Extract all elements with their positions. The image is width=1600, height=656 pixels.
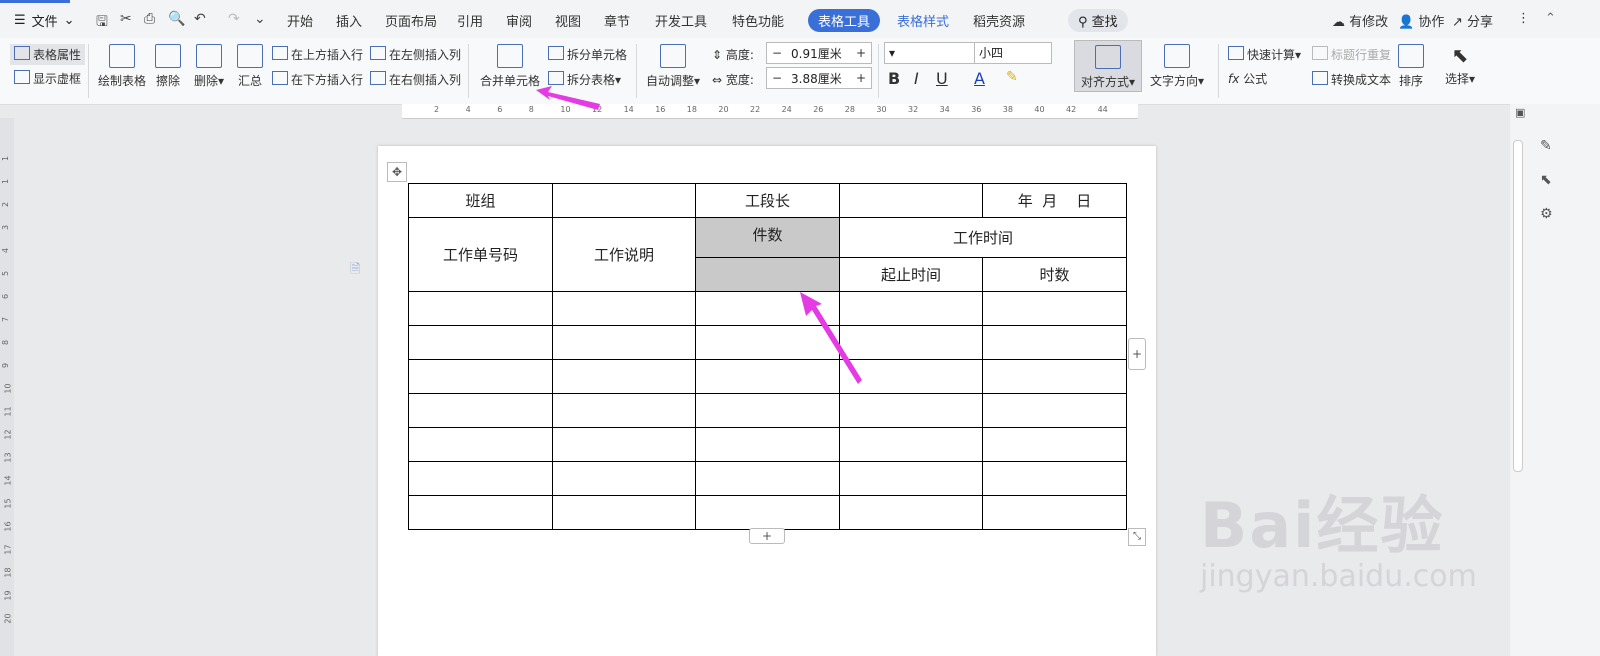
edit-icon[interactable]: ✎ <box>1540 138 1552 154</box>
arrow-to-selected-cell <box>800 292 862 384</box>
watermark-url: jingyan.baidu.com <box>1200 559 1477 594</box>
baidu-watermark: Bai经验 jingyan.baidu.com <box>1200 475 1477 594</box>
watermark-brand: Bai经验 <box>1200 489 1445 562</box>
cursor-select-icon[interactable]: ⬉ <box>1540 172 1552 188</box>
arrow-to-merge-button <box>536 86 600 110</box>
panel-toggle-icon[interactable]: ▣ <box>1515 106 1525 119</box>
settings-sliders-icon[interactable]: ⚙ <box>1540 206 1553 222</box>
right-side-panel: ▣ ✎ ⬉ ⚙ <box>1510 104 1600 656</box>
vertical-scrollbar[interactable] <box>1513 140 1523 472</box>
